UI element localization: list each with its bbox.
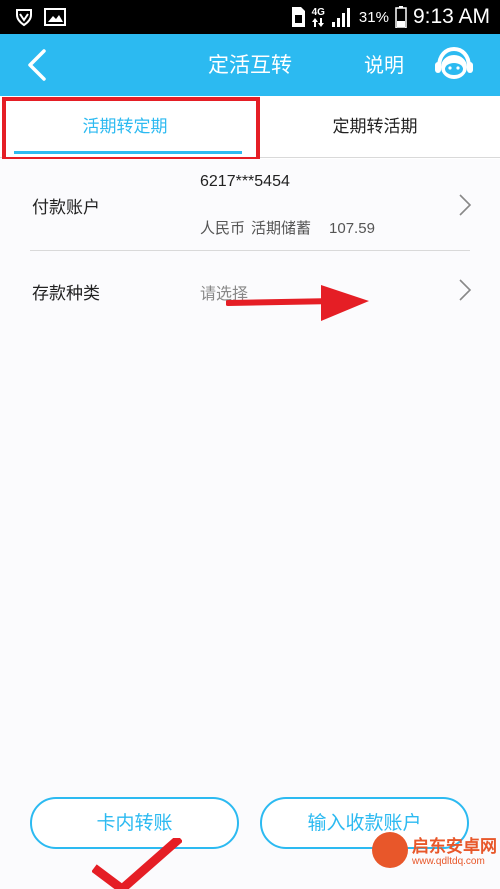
vpn-shield-icon [16, 9, 32, 27]
watermark-url: www.qdltdq.com [412, 856, 485, 867]
status-time: 9:13 AM [412, 5, 490, 28]
network-type-label: 4G [311, 6, 325, 18]
chevron-right-icon [459, 279, 472, 301]
back-button[interactable] [20, 48, 54, 82]
back-arrow-icon [28, 49, 46, 81]
image-notification-icon [44, 8, 66, 26]
customer-service-icon[interactable] [433, 45, 475, 85]
status-bar: 4G 31% 9:13 AM [0, 0, 500, 34]
watermark-logo [372, 832, 408, 868]
app-header: 定活互转 说明 [0, 34, 500, 96]
sim-card-icon [291, 7, 305, 27]
battery-icon [395, 6, 407, 28]
account-currency: 人民币 [200, 219, 246, 237]
account-number: 6217***5454 [200, 173, 290, 190]
data-arrows-icon [312, 17, 325, 27]
watermark-text: 启东安卓网 [412, 837, 497, 857]
account-balance: 107.59 [329, 220, 375, 237]
annotation-arrow [226, 285, 369, 321]
tab-fixed-to-current[interactable]: 定期转活期 [250, 96, 500, 158]
chevron-right-icon [459, 194, 472, 216]
help-button[interactable]: 说明 [364, 34, 404, 96]
page-title: 定活互转 [208, 53, 292, 77]
tab-label: 活期转定期 [82, 117, 168, 137]
network-indicator: 4G [311, 6, 325, 27]
signal-strength-icon [331, 8, 350, 27]
payment-account-row[interactable]: 付款账户 6217***5454 人民币 活期储蓄 107.59 [0, 159, 500, 251]
tab-bar: 活期转定期 定期转活期 [0, 96, 500, 158]
watermark: 启东安卓网 www.qdltdq.com [370, 822, 500, 889]
account-type: 活期储蓄 [251, 219, 312, 237]
tab-current-to-fixed[interactable]: 活期转定期 [0, 96, 250, 158]
battery-percent: 31% [358, 8, 389, 26]
active-tab-indicator [14, 151, 242, 154]
account-details: 人民币 活期储蓄 107.59 [200, 217, 381, 238]
payment-account-label: 付款账户 [32, 198, 100, 218]
deposit-type-label: 存款种类 [32, 284, 100, 304]
annotation-checkmark [92, 838, 182, 889]
tab-label: 定期转活期 [332, 117, 418, 137]
